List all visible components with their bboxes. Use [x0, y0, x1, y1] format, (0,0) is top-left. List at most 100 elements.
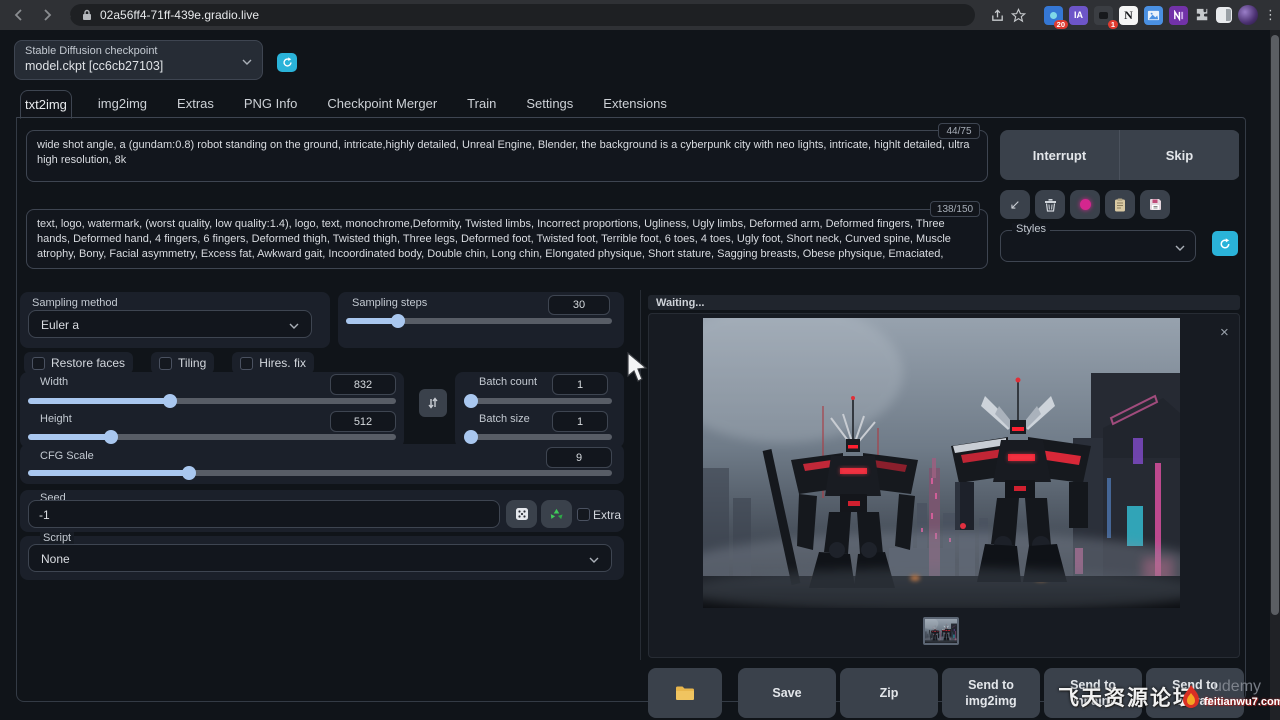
- tab-img2img[interactable]: img2img: [94, 90, 151, 117]
- ext-ia-icon[interactable]: IA: [1069, 6, 1088, 25]
- zip-button[interactable]: Zip: [840, 668, 938, 718]
- extra-seed-label: Extra: [593, 508, 621, 522]
- tab-txt2img[interactable]: txt2img: [20, 90, 72, 119]
- batch-count-input[interactable]: 1: [552, 374, 608, 395]
- palette-dot-icon: [1080, 199, 1091, 210]
- tab-png-info[interactable]: PNG Info: [240, 90, 301, 117]
- batch-size-slider[interactable]: [467, 434, 612, 440]
- watermark-brand-text: udemy: [1213, 678, 1261, 696]
- extensions-puzzle-icon[interactable]: [1194, 7, 1210, 23]
- open-folder-button[interactable]: [648, 668, 722, 718]
- sampling-method-dropdown[interactable]: Euler a: [28, 310, 312, 338]
- styles-refresh-button[interactable]: [1212, 231, 1238, 256]
- random-seed-button[interactable]: [506, 500, 537, 528]
- ext-image-icon[interactable]: [1144, 6, 1163, 25]
- share-icon[interactable]: [990, 8, 1005, 23]
- script-dropdown[interactable]: None: [28, 544, 612, 572]
- hires-fix-checkbox[interactable]: [240, 357, 253, 370]
- trash-icon: [1044, 198, 1057, 212]
- url-text: 02a56ff4-71ff-439e.gradio.live: [100, 8, 259, 22]
- seed-input[interactable]: -1: [28, 500, 500, 528]
- scrollbar-thumb[interactable]: [1271, 35, 1279, 615]
- ext-notion-icon[interactable]: N: [1119, 6, 1138, 25]
- extra-networks-button[interactable]: [1070, 190, 1100, 219]
- tab-settings[interactable]: Settings: [522, 90, 577, 117]
- paste-params-button[interactable]: ↙: [1000, 190, 1030, 219]
- cfg-scale-input[interactable]: 9: [546, 447, 612, 468]
- prompt-textarea[interactable]: wide shot angle, a (gundam:0.8) robot st…: [26, 130, 988, 182]
- clipboard-icon: [1114, 198, 1126, 212]
- negative-prompt-textarea[interactable]: text, logo, watermark, (worst quality, l…: [26, 209, 988, 269]
- tab-checkpoint-merger[interactable]: Checkpoint Merger: [323, 90, 441, 117]
- reuse-seed-button[interactable]: [541, 500, 572, 528]
- save-button[interactable]: Save: [738, 668, 836, 718]
- sampling-steps-label: Sampling steps: [352, 297, 427, 309]
- clear-prompt-button[interactable]: [1035, 190, 1065, 219]
- ext-onenote-icon[interactable]: [1169, 6, 1188, 25]
- hires-fix-option[interactable]: Hires. fix: [232, 352, 314, 374]
- skip-button[interactable]: Skip: [1120, 130, 1239, 180]
- paste-arrow-icon: ↙: [1010, 197, 1021, 213]
- side-panel-icon[interactable]: [1216, 7, 1232, 23]
- refresh-icon: [282, 57, 293, 68]
- checkpoint-value: model.ckpt [cc6cb27103]: [25, 59, 163, 73]
- tab-extras[interactable]: Extras: [173, 90, 218, 117]
- generation-controls: Interrupt Skip: [1000, 130, 1240, 180]
- restore-faces-option[interactable]: Restore faces: [24, 352, 133, 374]
- tab-extensions[interactable]: Extensions: [599, 90, 671, 117]
- folder-icon: [675, 685, 695, 701]
- generated-image[interactable]: [703, 318, 1180, 608]
- sampling-steps-input[interactable]: 30: [548, 295, 610, 315]
- main-tabs: txt2img img2img Extras PNG Info Checkpoi…: [20, 90, 671, 119]
- floppy-icon: [1149, 198, 1162, 211]
- ext-camera-badge: 1: [1108, 20, 1118, 29]
- swap-dimensions-button[interactable]: [419, 389, 447, 417]
- apply-style-button[interactable]: [1105, 190, 1135, 219]
- lock-icon: [82, 9, 92, 21]
- profile-avatar[interactable]: [1238, 5, 1258, 25]
- watermark-site-text: feitianwu7.com: [1204, 696, 1280, 708]
- batch-size-label: Batch size: [479, 413, 530, 425]
- interrupt-button[interactable]: Interrupt: [1000, 130, 1120, 180]
- chrome-menu-icon[interactable]: ⋮: [1264, 12, 1272, 18]
- tiling-checkbox[interactable]: [159, 357, 172, 370]
- forward-icon[interactable]: [38, 6, 56, 24]
- ext-pin-icon[interactable]: 20: [1044, 6, 1063, 25]
- page-scrollbar[interactable]: [1270, 30, 1280, 720]
- batch-count-label: Batch count: [479, 376, 537, 388]
- styles-label: Styles: [1012, 223, 1050, 235]
- back-icon[interactable]: [10, 6, 28, 24]
- gallery-thumbnail[interactable]: [923, 617, 959, 645]
- refresh-icon: [1219, 238, 1231, 250]
- restore-faces-checkbox[interactable]: [32, 357, 45, 370]
- width-input[interactable]: 832: [330, 374, 396, 395]
- watermark-forum-text: 飞天资源论坛: [1058, 682, 1196, 712]
- bookmark-star-icon[interactable]: [1011, 8, 1026, 23]
- height-input[interactable]: 512: [330, 411, 396, 432]
- save-style-button[interactable]: [1140, 190, 1170, 219]
- chevron-down-icon: [242, 59, 252, 65]
- height-slider[interactable]: [28, 434, 396, 440]
- cfg-group: [20, 444, 624, 484]
- cfg-scale-label: CFG Scale: [40, 450, 94, 462]
- tiling-option[interactable]: Tiling: [151, 352, 214, 374]
- option-checkboxes: Restore faces Tiling Hires. fix: [24, 352, 314, 374]
- ext-camera-icon[interactable]: 1: [1094, 6, 1113, 25]
- checkpoint-refresh-button[interactable]: [277, 53, 297, 72]
- send-to-img2img-button[interactable]: Send to img2img: [942, 668, 1040, 718]
- cfg-scale-slider[interactable]: [28, 470, 612, 476]
- width-slider[interactable]: [28, 398, 396, 404]
- swap-arrows-icon: [427, 396, 439, 410]
- batch-count-slider[interactable]: [467, 398, 612, 404]
- tab-train[interactable]: Train: [463, 90, 500, 117]
- chevron-down-icon: [1175, 245, 1185, 251]
- height-label: Height: [40, 413, 72, 425]
- watermark-flame-icon: [1180, 684, 1202, 710]
- close-preview-icon[interactable]: ×: [1220, 324, 1229, 341]
- extra-seed-checkbox[interactable]: [577, 508, 590, 521]
- chevron-down-icon: [589, 557, 599, 563]
- address-bar[interactable]: 02a56ff4-71ff-439e.gradio.live: [70, 4, 975, 26]
- batch-size-input[interactable]: 1: [552, 411, 608, 432]
- sampling-steps-slider[interactable]: [346, 318, 612, 324]
- checkpoint-dropdown[interactable]: Stable Diffusion checkpoint model.ckpt […: [14, 40, 263, 80]
